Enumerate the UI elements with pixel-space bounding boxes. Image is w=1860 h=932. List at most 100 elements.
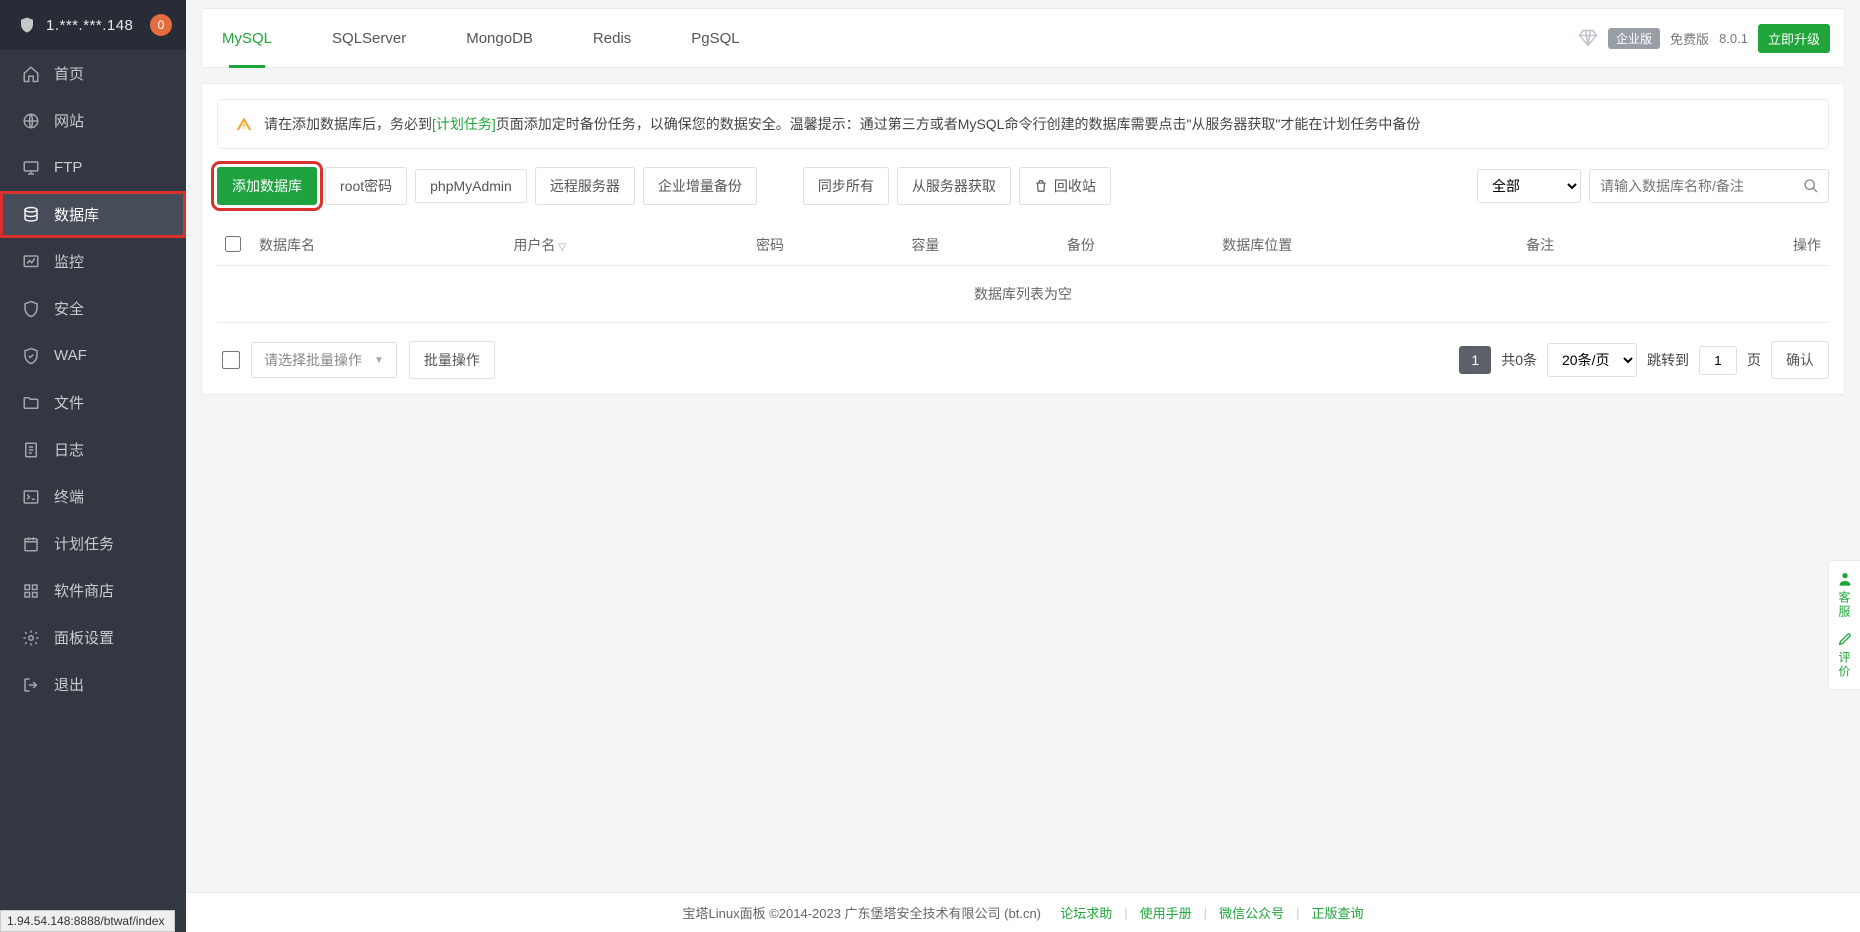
diamond-icon [1578,28,1598,48]
sidebar-item-store[interactable]: 软件商店 [0,567,186,614]
home-icon [22,65,40,83]
search-input[interactable] [1589,169,1829,203]
sidebar-item-waf[interactable]: WAF [0,332,186,379]
jump-label: 跳转到 [1647,350,1689,370]
batch-row: 请选择批量操作 ▼ 批量操作 1 共0条 20条/页 跳转到 页 确认 [217,341,1829,379]
enterprise-badge: 企业版 [1608,28,1660,49]
jump-input[interactable] [1699,346,1737,375]
sidebar-item-terminal[interactable]: 终端 [0,473,186,520]
phpmyadmin-button[interactable]: phpMyAdmin [415,169,527,203]
empty-row: 数据库列表为空 [217,266,1829,323]
sidebar-item-files[interactable]: 文件 [0,379,186,426]
batch-action-select[interactable]: 请选择批量操作 ▼ [251,342,397,378]
footer-text: 宝塔Linux面板 ©2014-2023 广东堡塔安全技术有限公司 (bt.cn… [683,903,1042,922]
jump-confirm-button[interactable]: 确认 [1771,341,1829,379]
sidebar-item-label: 数据库 [54,204,99,225]
alert-pre: 请在添加数据库后，务必到 [264,116,432,132]
upgrade-button[interactable]: 立即升级 [1758,24,1830,53]
alert-link[interactable]: [计划任务] [432,116,496,132]
incremental-backup-button[interactable]: 企业增量备份 [643,167,757,205]
select-all-checkbox[interactable] [225,236,241,252]
sidebar-item-ftp[interactable]: FTP [0,144,186,191]
sidebar-item-monitor[interactable]: 监控 [0,238,186,285]
sync-all-button[interactable]: 同步所有 [803,167,889,205]
customer-service-button[interactable]: 客服 [1836,571,1853,619]
batch-select-all-checkbox[interactable] [222,351,240,369]
footer-link-forum[interactable]: 论坛求助 [1060,903,1112,922]
content-panel: 请在添加数据库后，务必到[计划任务]页面添加定时备份任务，以确保您的数据安全。温… [201,83,1845,395]
th-user[interactable]: 用户名▽ [505,225,748,266]
sidebar-item-label: 退出 [54,674,84,695]
shield-icon [22,300,40,318]
batch-action-button[interactable]: 批量操作 [409,341,495,379]
total-count: 共0条 [1501,350,1537,370]
version-number: 8.0.1 [1719,31,1748,46]
warning-icon [236,116,252,132]
sidebar-item-home[interactable]: 首页 [0,50,186,97]
feedback-button[interactable]: 评价 [1836,631,1853,679]
chevron-down-icon: ▼ [374,355,384,366]
th-name[interactable]: 数据库名 [251,225,505,266]
shield-icon [18,16,36,34]
globe-icon [22,112,40,130]
sidebar-item-label: FTP [54,159,82,176]
sidebar-item-label: 文件 [54,392,84,413]
main: MySQL SQLServer MongoDB Redis PgSQL 企业版 … [186,0,1860,932]
sidebar-item-label: 监控 [54,251,84,272]
tab-sqlserver[interactable]: SQLServer [332,8,406,68]
logout-icon [22,676,40,694]
sidebar: 1.***.***.148 0 首页 网站 FTP 数据库 监控 安全 WAF … [0,0,186,932]
alert-post: 页面添加定时备份任务，以确保您的数据安全。温馨提示：通过第三方或者MySQL命令… [496,116,1421,132]
sort-icon: ▽ [558,242,566,253]
sidebar-item-logout[interactable]: 退出 [0,661,186,708]
version-box: 企业版 免费版 8.0.1 立即升级 [1578,24,1830,53]
recycle-bin-button[interactable]: 回收站 [1019,167,1111,205]
sidebar-item-label: 面板设置 [54,627,114,648]
sidebar-item-label: 终端 [54,486,84,507]
footer-link-manual[interactable]: 使用手册 [1140,903,1192,922]
ftp-icon [22,159,40,177]
search-icon[interactable] [1803,178,1819,194]
sidebar-item-settings[interactable]: 面板设置 [0,614,186,661]
sidebar-item-database[interactable]: 数据库 [0,191,186,238]
tab-mysql[interactable]: MySQL [222,8,272,68]
sidebar-item-label: 网站 [54,110,84,131]
terminal-icon [22,488,40,506]
sidebar-header: 1.***.***.148 0 [0,0,186,50]
database-table: 数据库名 用户名▽ 密码 容量 备份 数据库位置 备注 操作 数据库列表为空 [217,225,1829,323]
page-unit: 页 [1747,350,1761,370]
add-database-button[interactable]: 添加数据库 [217,167,317,205]
th-location: 数据库位置 [1214,225,1518,266]
filter-select[interactable]: 全部 [1477,169,1581,203]
waf-icon [22,347,40,365]
per-page-select[interactable]: 20条/页 [1547,343,1637,377]
fetch-from-server-button[interactable]: 从服务器获取 [897,167,1011,205]
th-password: 密码 [748,225,903,266]
sidebar-item-logs[interactable]: 日志 [0,426,186,473]
sidebar-item-security[interactable]: 安全 [0,285,186,332]
root-password-button[interactable]: root密码 [325,167,407,205]
th-capacity: 容量 [903,225,1058,266]
calendar-icon [22,535,40,553]
gear-icon [22,629,40,647]
log-icon [22,441,40,459]
sidebar-item-cron[interactable]: 计划任务 [0,520,186,567]
folder-icon [22,394,40,412]
remote-server-button[interactable]: 远程服务器 [535,167,635,205]
sidebar-item-label: 日志 [54,439,84,460]
footer-link-wechat[interactable]: 微信公众号 [1219,903,1284,922]
tab-pgsql[interactable]: PgSQL [691,8,739,68]
sidebar-item-website[interactable]: 网站 [0,97,186,144]
tab-redis[interactable]: Redis [593,8,631,68]
tab-mongodb[interactable]: MongoDB [466,8,533,68]
monitor-icon [22,253,40,271]
sidebar-item-label: 安全 [54,298,84,319]
grid-icon [22,582,40,600]
footer-link-verify[interactable]: 正版查询 [1311,903,1363,922]
current-page[interactable]: 1 [1459,346,1491,374]
th-remark: 备注 [1518,225,1673,266]
notification-badge[interactable]: 0 [150,14,172,36]
backup-alert: 请在添加数据库后，务必到[计划任务]页面添加定时备份任务，以确保您的数据安全。温… [217,99,1829,149]
sidebar-item-label: 首页 [54,63,84,84]
footer: 宝塔Linux面板 ©2014-2023 广东堡塔安全技术有限公司 (bt.cn… [186,892,1860,932]
